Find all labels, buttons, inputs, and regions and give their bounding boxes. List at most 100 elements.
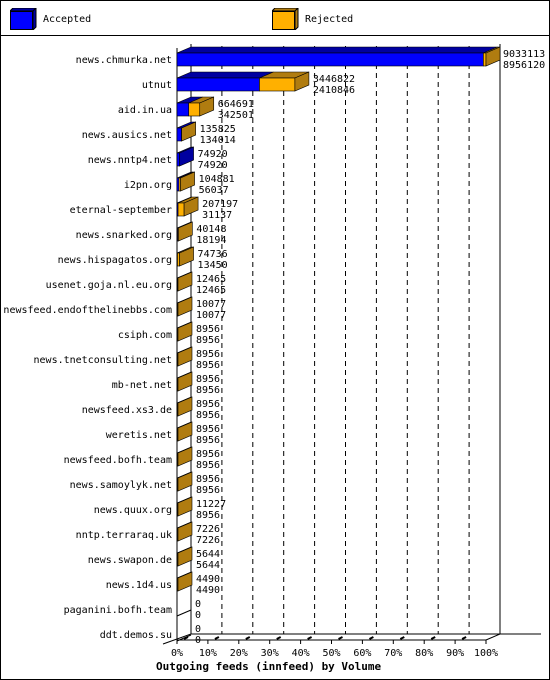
- value-label-total: 9033113: [503, 49, 545, 60]
- category-label: newsfeed.endofthelinebbs.com: [3, 305, 172, 316]
- value-label-total: 135825: [200, 124, 236, 135]
- category-label: eternal-september: [70, 205, 172, 216]
- value-label-accepted: 31137: [202, 210, 232, 221]
- value-label-accepted: 8956: [196, 385, 220, 396]
- value-label-total: 8956: [196, 449, 220, 460]
- category-label: news.nntp4.net: [88, 155, 172, 166]
- value-label-accepted: 56037: [199, 185, 229, 196]
- bar: [176, 521, 193, 542]
- value-label-total: 0: [195, 624, 201, 635]
- labels: 0% 10% 20% 30% 40% 50% 60% 70% 80% 90% 100% news.ch…: [3, 49, 545, 659]
- value-label-accepted: 7226: [196, 535, 220, 546]
- category-label: usenet.goja.nl.eu.org: [46, 280, 172, 291]
- bar: [176, 371, 193, 392]
- bar-rejected: [259, 77, 296, 92]
- x-tick-depth: [368, 636, 374, 640]
- bar-side: [177, 571, 193, 592]
- bar-zero: [176, 609, 192, 617]
- x-tick-depth: [307, 636, 313, 640]
- category-label: csiph.com: [118, 330, 172, 341]
- bar-rejected: [177, 252, 180, 267]
- category-label: news.snarked.org: [76, 230, 172, 241]
- value-label-total: 12465: [196, 274, 226, 285]
- value-label-accepted: 342501: [218, 110, 254, 121]
- gridlines: [221, 46, 470, 634]
- value-label-accepted: 8956: [196, 410, 220, 421]
- bar: [176, 396, 193, 417]
- bar: [176, 296, 193, 317]
- value-label-total: 74920: [198, 149, 228, 160]
- bar: [176, 446, 193, 467]
- bar-side: [177, 446, 193, 467]
- bar-side: [177, 521, 193, 542]
- value-label-accepted: 13450: [198, 260, 228, 271]
- x-tick-depth: [276, 636, 282, 640]
- category-label: news.chmurka.net: [76, 55, 172, 66]
- value-label-accepted: 0: [195, 635, 201, 646]
- bar: [176, 196, 199, 217]
- value-label-accepted: 0: [195, 610, 201, 621]
- x-tick-depth: [338, 636, 343, 640]
- value-label-total: 207197: [202, 199, 238, 210]
- value-label-total: 8956: [196, 324, 220, 335]
- x-tick-label: 90%: [446, 648, 464, 659]
- category-label: news.swapon.de: [88, 555, 172, 566]
- value-label-accepted: 74920: [198, 160, 228, 171]
- value-label-total: 8956: [196, 424, 220, 435]
- bar-side: [177, 321, 193, 342]
- bar: [176, 171, 195, 192]
- category-label: utnut: [142, 80, 172, 91]
- bar-accepted: [176, 127, 182, 142]
- bar-side: [177, 546, 193, 567]
- bar-rejected: [177, 202, 185, 217]
- value-label-accepted: 8956: [196, 510, 220, 521]
- category-label: news.samoylyk.net: [70, 480, 172, 491]
- category-label: news.hispagatos.org: [58, 255, 172, 266]
- bar-chart: 0% 10% 20% 30% 40% 50% 60% 70% 80% 90% 100% news.ch…: [3, 44, 545, 673]
- x-tick-label: 20%: [230, 648, 248, 659]
- category-label: newsfeed.bofh.team: [64, 455, 172, 466]
- category-label: news.ausics.net: [82, 130, 172, 141]
- category-label: mb-net.net: [112, 380, 172, 391]
- category-label: news.tnetconsulting.net: [34, 355, 172, 366]
- category-label: weretis.net: [106, 430, 172, 441]
- x-tick-label: 10%: [199, 648, 217, 659]
- value-label-total: 40148: [196, 224, 226, 235]
- x-tick-depth: [430, 636, 436, 640]
- value-label-accepted: 8956: [196, 335, 220, 346]
- bar: [176, 121, 196, 142]
- bar-accepted: [176, 102, 190, 117]
- bar-rejected: [188, 102, 201, 117]
- value-label-accepted: 134014: [200, 135, 236, 146]
- bar-side: [177, 371, 193, 392]
- x-tick-label: 70%: [384, 648, 402, 659]
- bar: [176, 71, 310, 92]
- value-label-total: 8956: [196, 374, 220, 385]
- bar: [176, 346, 193, 367]
- x-tick-depth: [399, 636, 405, 640]
- x-tick-label: 80%: [415, 648, 433, 659]
- category-label: aid.in.ua: [118, 105, 172, 116]
- bar-accepted-top: [176, 71, 274, 79]
- category-label: nntp.terraraq.uk: [76, 530, 172, 541]
- bar: [176, 221, 193, 242]
- x-tick-depth: [461, 636, 467, 640]
- value-label-accepted: 8956: [196, 485, 220, 496]
- value-label-total: 74736: [198, 249, 228, 260]
- category-label: news.quux.org: [94, 505, 172, 516]
- bar: [176, 96, 215, 117]
- value-label-total: 0: [195, 599, 201, 610]
- category-label: newsfeed.xs3.de: [82, 405, 172, 416]
- value-label-accepted: 4490: [196, 585, 220, 596]
- x-tick-label: 0%: [171, 648, 183, 659]
- value-label-accepted: 2410846: [313, 85, 355, 96]
- bar-accepted-top: [176, 46, 498, 54]
- bar: [176, 271, 193, 292]
- bar-rejected: [483, 52, 487, 67]
- bar-side: [177, 421, 193, 442]
- bar: [176, 471, 193, 492]
- bar-side: [177, 496, 193, 517]
- bar: [176, 421, 193, 442]
- value-label-total: 104881: [199, 174, 235, 185]
- value-label-accepted: 8956: [196, 435, 220, 446]
